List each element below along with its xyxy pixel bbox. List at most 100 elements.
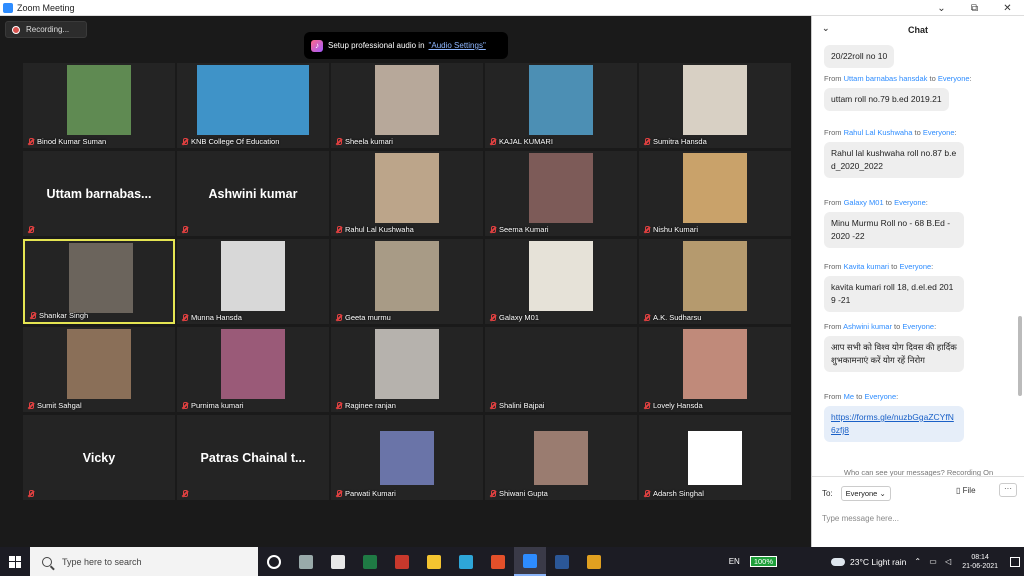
minimize-button[interactable]: ⌄ bbox=[925, 0, 958, 16]
taskbar-app-button[interactable] bbox=[578, 547, 610, 576]
participant-tile[interactable]: Shiwani Gupta bbox=[485, 415, 637, 500]
participant-video bbox=[529, 153, 593, 223]
restore-button[interactable]: ⧉ bbox=[958, 0, 991, 16]
taskbar-search[interactable]: Type here to search bbox=[30, 547, 258, 576]
muted-mic-icon bbox=[181, 490, 188, 498]
participant-tile[interactable]: Seema Kumari bbox=[485, 151, 637, 236]
participant-name-label: Geeta murmu bbox=[345, 313, 391, 322]
participant-tile[interactable]: Adarsh Singhal bbox=[639, 415, 791, 500]
taskbar-app-button[interactable] bbox=[418, 547, 450, 576]
taskbar-app-button[interactable] bbox=[322, 547, 354, 576]
message-bubble: uttam roll no.79 b.ed 2019.21 bbox=[824, 88, 949, 111]
sender-name[interactable]: Ashwini kumar bbox=[843, 322, 892, 331]
taskbar-app-button[interactable] bbox=[290, 547, 322, 576]
taskbar-app-button[interactable] bbox=[514, 547, 546, 576]
to-word: to bbox=[914, 128, 921, 137]
from-word: From bbox=[824, 198, 842, 207]
participant-tile[interactable]: Rahul Lal Kushwaha bbox=[331, 151, 483, 236]
participant-tile[interactable]: KAJAL KUMARI bbox=[485, 63, 637, 148]
participant-tile[interactable]: Raginee ranjan bbox=[331, 327, 483, 412]
participant-tile[interactable]: Lovely Hansda bbox=[639, 327, 791, 412]
chat-message: From Galaxy M01 to Everyone: Minu Murmu R… bbox=[824, 198, 1014, 248]
taskbar-app-button[interactable] bbox=[546, 547, 578, 576]
recipient-selector: To: Everyone ⌄ bbox=[822, 486, 891, 501]
edge-icon bbox=[459, 554, 473, 569]
participant-tile[interactable]: Sumitra Hansda bbox=[639, 63, 791, 148]
audio-settings-link[interactable]: "Audio Settings" bbox=[429, 41, 486, 50]
participant-tile[interactable]: Ashwini kumar bbox=[177, 151, 329, 236]
close-button[interactable]: ✕ bbox=[991, 0, 1024, 16]
taskbar-app-button[interactable] bbox=[450, 547, 482, 576]
muted-mic-icon bbox=[643, 313, 650, 322]
participant-tile[interactable]: Vicky bbox=[23, 415, 175, 500]
participant-tile[interactable]: Sumit Sahgal bbox=[23, 327, 175, 412]
sender-name[interactable]: Me bbox=[844, 392, 854, 401]
start-button[interactable] bbox=[0, 547, 30, 576]
participant-name-label: Sumit Sahgal bbox=[37, 401, 82, 410]
participant-video bbox=[375, 153, 439, 223]
battery-indicator[interactable]: 100% bbox=[749, 556, 777, 567]
chat-message: From Ashwini kumar to Everyone: आप सभी को… bbox=[824, 322, 1014, 372]
participant-tile[interactable]: Galaxy M01 bbox=[485, 239, 637, 324]
participant-video bbox=[688, 431, 742, 485]
chat-message: 20/22roll no 10 bbox=[824, 44, 1014, 68]
chat-message-list[interactable]: 20/22roll no 10 From Uttam barnabas hansd… bbox=[812, 44, 1024, 456]
taskbar: Type here to search EN 100% 23°C Light r… bbox=[0, 547, 1024, 576]
system-icons[interactable]: ⌃ ▭ ◁ bbox=[914, 557, 954, 566]
participant-tile[interactable]: Munna Hansda bbox=[177, 239, 329, 324]
participant-tile[interactable]: A.K. Sudharsu bbox=[639, 239, 791, 324]
participant-tile[interactable]: Binod Kumar Suman bbox=[23, 63, 175, 148]
muted-mic-icon bbox=[643, 401, 650, 410]
participant-tile[interactable]: Geeta murmu bbox=[331, 239, 483, 324]
sender-name[interactable]: Kavita kumari bbox=[844, 262, 889, 271]
message-bubble: Rahul lal kushwaha roll no.87 b.ed_2020_… bbox=[824, 142, 964, 178]
taskbar-app-button[interactable] bbox=[482, 547, 514, 576]
participant-tile[interactable]: Shankar Singh bbox=[23, 239, 175, 324]
language-indicator[interactable]: EN bbox=[729, 557, 740, 566]
taskbar-app-button[interactable] bbox=[354, 547, 386, 576]
muted-mic-icon bbox=[27, 137, 34, 146]
participant-name-label: Adarsh Singhal bbox=[653, 489, 704, 498]
participant-name-label: Nishu Kumari bbox=[653, 225, 699, 234]
to-word: to bbox=[885, 198, 892, 207]
participant-tile[interactable]: Uttam barnabas... bbox=[23, 151, 175, 236]
participant-video bbox=[67, 65, 131, 135]
participant-name: KNB College Of Education bbox=[181, 137, 279, 146]
participant-name-label: Rahul Lal Kushwaha bbox=[345, 225, 414, 234]
sender-name[interactable]: Uttam barnabas hansdak bbox=[844, 74, 928, 83]
recipient-name: Everyone bbox=[899, 262, 932, 271]
participant-tile[interactable]: Purnima kumari bbox=[177, 327, 329, 412]
taskbar-app-button[interactable] bbox=[386, 547, 418, 576]
weather-widget[interactable]: 23°C Light rain bbox=[831, 557, 906, 567]
sender-name[interactable]: Rahul Lal Kushwaha bbox=[844, 128, 913, 137]
file-button[interactable]: ▯ File bbox=[956, 486, 976, 495]
participant-tile[interactable]: Shalini Bajpai bbox=[485, 327, 637, 412]
participant-tile[interactable]: Parwati Kumari bbox=[331, 415, 483, 500]
clock[interactable]: 08:14 21-06-2021 bbox=[962, 553, 998, 571]
message-sender-line: From Galaxy M01 to Everyone: bbox=[824, 198, 928, 207]
notification-icon[interactable] bbox=[1010, 556, 1020, 567]
chat-scrollbar[interactable] bbox=[1018, 316, 1022, 396]
muted-mic-icon bbox=[335, 401, 342, 410]
participant-tile[interactable]: Nishu Kumari bbox=[639, 151, 791, 236]
taskbar-app-button[interactable] bbox=[258, 547, 290, 576]
recording-indicator[interactable]: Recording... bbox=[5, 21, 87, 38]
more-options-button[interactable]: ··· bbox=[999, 483, 1017, 497]
muted-mic-icon bbox=[181, 226, 188, 234]
collapse-chat-icon[interactable]: ⌄ bbox=[822, 24, 830, 34]
participant-tile[interactable]: Sheela kumari bbox=[331, 63, 483, 148]
message-sender-line: From Kavita kumari to Everyone: bbox=[824, 262, 934, 271]
muted-mic-icon bbox=[181, 401, 188, 410]
participant-tile[interactable]: KNB College Of Education bbox=[177, 63, 329, 148]
clock-time: 08:14 bbox=[971, 553, 989, 561]
participant-name: Rahul Lal Kushwaha bbox=[335, 225, 414, 234]
message-sender-line: From Rahul Lal Kushwaha to Everyone: bbox=[824, 128, 957, 137]
recipient-dropdown[interactable]: Everyone ⌄ bbox=[840, 486, 891, 501]
message-link[interactable]: https://forms.gle/nuzbGgaZCYfN6zfj8 bbox=[824, 406, 964, 442]
participant-tile[interactable]: Patras Chainal t... bbox=[177, 415, 329, 500]
sender-name[interactable]: Galaxy M01 bbox=[844, 198, 884, 207]
participant-name-label: Shankar Singh bbox=[39, 311, 89, 320]
chat-message-input[interactable] bbox=[822, 511, 1012, 525]
muted-mic-icon bbox=[335, 489, 342, 498]
cloud-rain-icon bbox=[831, 557, 845, 566]
